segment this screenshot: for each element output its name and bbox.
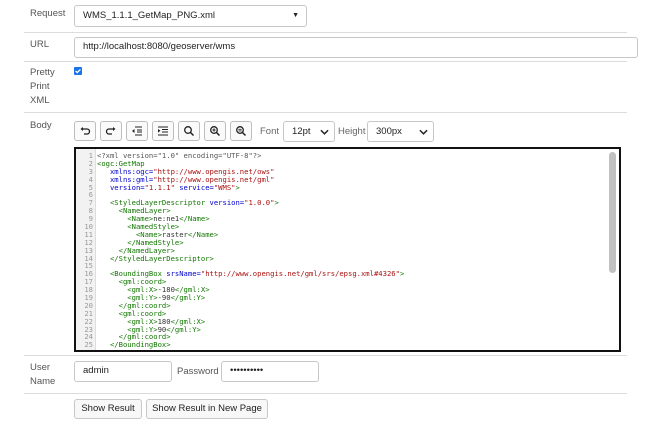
redo-button[interactable] bbox=[100, 121, 122, 141]
line-number: 2 bbox=[88, 158, 93, 168]
request-selected-value: WMS_1.1.1_GetMap_PNG.xml bbox=[83, 10, 215, 21]
show-result-button[interactable]: Show Result bbox=[74, 399, 142, 419]
url-value: http://localhost:8080/geoserver/wms bbox=[83, 41, 236, 52]
code-line: 14 </StyledLayerDescriptor> bbox=[76, 253, 607, 263]
line-number: 8 bbox=[88, 206, 93, 216]
editor-scrollbar[interactable] bbox=[609, 152, 616, 273]
code-text: </BoundingBox> bbox=[109, 340, 171, 350]
pretty-print-checkbox[interactable] bbox=[74, 67, 82, 75]
pretty-print-label-line: XML bbox=[30, 95, 50, 106]
url-input[interactable]: http://localhost:8080/geoserver/wms bbox=[74, 37, 638, 58]
line-number: 6 bbox=[88, 190, 93, 200]
zoom-in-button[interactable] bbox=[204, 121, 226, 141]
pretty-print-label: Pretty Print XML bbox=[30, 66, 55, 108]
line-number: 4 bbox=[88, 174, 93, 184]
chevron-down-icon bbox=[320, 129, 329, 135]
code-text: </StyledLayerDescriptor> bbox=[109, 253, 214, 263]
line-number: 25 bbox=[84, 340, 93, 350]
undo-button[interactable] bbox=[74, 121, 96, 141]
xml-body-editor[interactable]: 1 <?xml version="1.0" encoding="UTF-8"?> 2… bbox=[74, 147, 621, 352]
password-input[interactable]: •••••••••• bbox=[221, 361, 319, 382]
password-value: •••••••••• bbox=[230, 365, 264, 376]
code-line: 5 version="1.1.1" service="WMS"> bbox=[76, 182, 607, 192]
password-label: Password bbox=[177, 366, 219, 377]
divider bbox=[24, 32, 627, 33]
undo-icon bbox=[80, 127, 91, 135]
replace-icon bbox=[236, 126, 247, 137]
divider bbox=[24, 393, 627, 394]
user-name-value: admin bbox=[83, 365, 109, 376]
indent-more-button[interactable] bbox=[152, 121, 174, 141]
height-label: Height bbox=[338, 126, 366, 137]
line-number: 1 bbox=[88, 151, 93, 160]
font-size-select[interactable]: 12pt bbox=[283, 121, 335, 142]
pretty-print-label-line: Pretty bbox=[30, 67, 55, 78]
url-label: URL bbox=[30, 39, 50, 50]
search-icon bbox=[184, 126, 195, 137]
chevron-down-icon bbox=[419, 129, 428, 135]
replace-button[interactable] bbox=[230, 121, 252, 141]
line-number: 3 bbox=[88, 166, 93, 176]
code-line: 25 </BoundingBox> bbox=[76, 341, 607, 349]
divider bbox=[24, 355, 627, 356]
user-name-label-line: User bbox=[30, 362, 51, 373]
indent-more-icon bbox=[158, 126, 168, 136]
divider bbox=[24, 112, 627, 113]
user-name-label-line: Name bbox=[30, 376, 56, 387]
height-value: 300px bbox=[376, 126, 402, 137]
pretty-print-label-line: Print bbox=[30, 81, 50, 92]
show-result-new-page-button[interactable]: Show Result in New Page bbox=[146, 399, 268, 419]
code-text: version="1.1.1" service="WMS"> bbox=[109, 182, 240, 192]
indent-less-icon bbox=[132, 126, 142, 136]
search-button[interactable] bbox=[178, 121, 200, 141]
indent-less-button[interactable] bbox=[126, 121, 148, 141]
divider bbox=[24, 61, 627, 62]
checkmark-icon bbox=[75, 68, 81, 74]
code-lines: 1 <?xml version="1.0" encoding="UTF-8"?> 2… bbox=[76, 152, 607, 349]
request-select[interactable]: WMS_1.1.1_GetMap_PNG.xml ▼ bbox=[74, 5, 307, 27]
redo-icon bbox=[105, 127, 116, 135]
font-size-value: 12pt bbox=[292, 126, 311, 137]
user-name-input[interactable]: admin bbox=[74, 361, 172, 382]
height-select[interactable]: 300px bbox=[367, 121, 434, 142]
line-number: 5 bbox=[88, 182, 93, 192]
zoom-in-icon bbox=[210, 126, 221, 137]
body-label: Body bbox=[30, 120, 52, 131]
dropdown-caret-icon: ▼ bbox=[292, 12, 299, 19]
request-label: Request bbox=[30, 8, 66, 19]
font-label: Font bbox=[260, 126, 280, 137]
code-line: 1 <?xml version="1.0" encoding="UTF-8"?> bbox=[76, 152, 607, 160]
user-name-label: User Name bbox=[30, 361, 55, 389]
line-number: 7 bbox=[88, 198, 93, 208]
